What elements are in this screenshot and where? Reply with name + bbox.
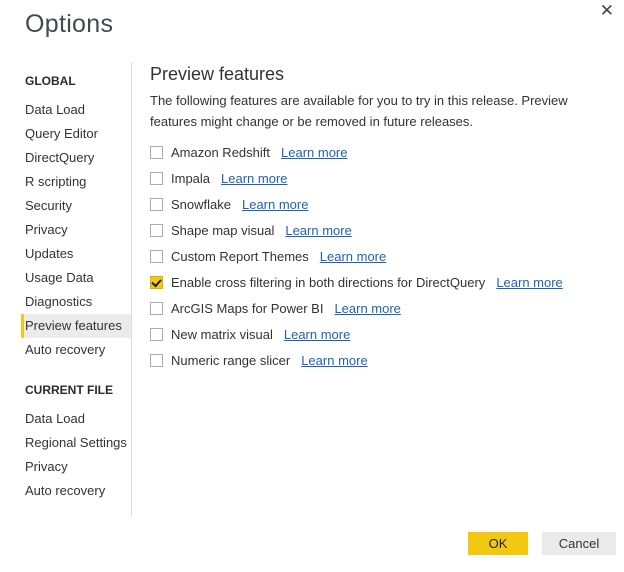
learn-more-link[interactable]: Learn more (301, 353, 367, 368)
checkbox-cross-filtering-directquery[interactable] (150, 276, 163, 289)
checkbox-arcgis-maps[interactable] (150, 302, 163, 315)
sidebar-item-query-editor[interactable]: Query Editor (21, 122, 131, 146)
feature-list: Amazon Redshift Learn more Impala Learn … (150, 139, 612, 373)
preview-features-pane: Preview features The following features … (150, 62, 612, 373)
options-sidebar: GLOBAL Data Load Query Editor DirectQuer… (0, 62, 132, 517)
learn-more-link[interactable]: Learn more (242, 197, 308, 212)
feature-row-new-matrix-visual: New matrix visual Learn more (150, 321, 612, 347)
learn-more-link[interactable]: Learn more (496, 275, 562, 290)
checkbox-snowflake[interactable] (150, 198, 163, 211)
feature-label: Enable cross filtering in both direction… (171, 275, 485, 290)
sidebar-section-current-file: CURRENT FILE (25, 383, 131, 397)
checkbox-numeric-range-slicer[interactable] (150, 354, 163, 367)
learn-more-link[interactable]: Learn more (281, 145, 347, 160)
feature-label: Numeric range slicer (171, 353, 290, 368)
sidebar-item-diagnostics[interactable]: Diagnostics (21, 290, 131, 314)
feature-row-shape-map-visual: Shape map visual Learn more (150, 217, 612, 243)
learn-more-link[interactable]: Learn more (334, 301, 400, 316)
sidebar-item-updates[interactable]: Updates (21, 242, 131, 266)
dialog-title: Options (25, 10, 113, 39)
feature-row-snowflake: Snowflake Learn more (150, 191, 612, 217)
checkbox-impala[interactable] (150, 172, 163, 185)
close-icon[interactable]: ✕ (596, 0, 618, 21)
sidebar-item-file-auto-recovery[interactable]: Auto recovery (21, 479, 131, 503)
sidebar-item-auto-recovery[interactable]: Auto recovery (21, 338, 131, 362)
feature-row-amazon-redshift: Amazon Redshift Learn more (150, 139, 612, 165)
feature-row-cross-filtering-directquery: Enable cross filtering in both direction… (150, 269, 612, 295)
feature-row-custom-report-themes: Custom Report Themes Learn more (150, 243, 612, 269)
feature-row-numeric-range-slicer: Numeric range slicer Learn more (150, 347, 612, 373)
sidebar-item-regional-settings[interactable]: Regional Settings (21, 431, 131, 455)
sidebar-item-privacy[interactable]: Privacy (21, 218, 131, 242)
sidebar-item-security[interactable]: Security (21, 194, 131, 218)
feature-label: Impala (171, 171, 210, 186)
sidebar-item-file-privacy[interactable]: Privacy (21, 455, 131, 479)
learn-more-link[interactable]: Learn more (284, 327, 350, 342)
learn-more-link[interactable]: Learn more (320, 249, 386, 264)
description: The following features are available for… (150, 90, 602, 132)
feature-row-impala: Impala Learn more (150, 165, 612, 191)
feature-label: Shape map visual (171, 223, 274, 238)
learn-more-link[interactable]: Learn more (285, 223, 351, 238)
sidebar-item-file-data-load[interactable]: Data Load (21, 407, 131, 431)
learn-more-link[interactable]: Learn more (221, 171, 287, 186)
sidebar-item-usage-data[interactable]: Usage Data (21, 266, 131, 290)
ok-button[interactable]: OK (468, 532, 528, 555)
cancel-button[interactable]: Cancel (542, 532, 616, 555)
feature-row-arcgis-maps: ArcGIS Maps for Power BI Learn more (150, 295, 612, 321)
feature-label: New matrix visual (171, 327, 273, 342)
feature-label: Amazon Redshift (171, 145, 270, 160)
sidebar-item-r-scripting[interactable]: R scripting (21, 170, 131, 194)
sidebar-item-preview-features[interactable]: Preview features (21, 314, 131, 338)
checkbox-custom-report-themes[interactable] (150, 250, 163, 263)
feature-label: ArcGIS Maps for Power BI (171, 301, 323, 316)
checkbox-new-matrix-visual[interactable] (150, 328, 163, 341)
feature-label: Snowflake (171, 197, 231, 212)
page-title: Preview features (150, 62, 612, 86)
sidebar-item-directquery[interactable]: DirectQuery (21, 146, 131, 170)
sidebar-section-global: GLOBAL (25, 74, 131, 88)
checkbox-amazon-redshift[interactable] (150, 146, 163, 159)
sidebar-item-data-load[interactable]: Data Load (21, 98, 131, 122)
feature-label: Custom Report Themes (171, 249, 309, 264)
checkbox-shape-map-visual[interactable] (150, 224, 163, 237)
